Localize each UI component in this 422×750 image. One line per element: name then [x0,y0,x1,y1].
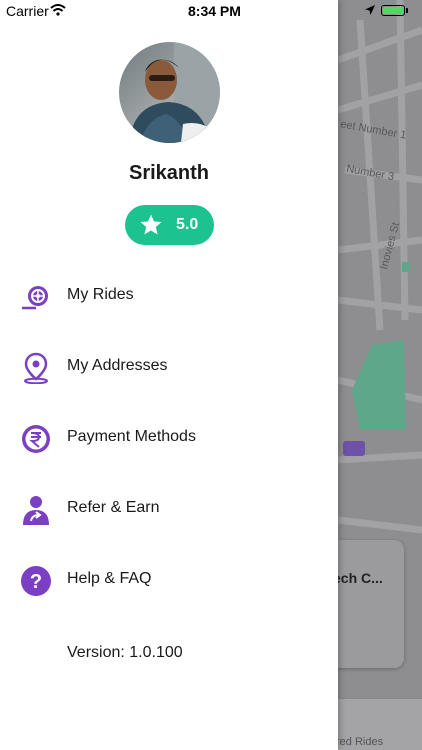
menu-label: Refer & Earn [67,499,160,516]
side-drawer: Srikanth 5.0 My Rides My Addresses Payme… [0,0,338,750]
rating-badge: 5.0 [125,205,214,245]
carrier-label: Carrier [6,3,49,19]
tab-scheduled-rides[interactable]: red Rides [336,736,383,748]
app-version: Version: 1.0.100 [67,644,183,661]
wifi-icon [50,4,66,16]
help-icon: ? [21,566,51,596]
refer-icon [23,496,49,525]
location-pin-icon [24,352,48,384]
avatar[interactable] [119,42,220,143]
menu-item-refer-earn[interactable]: Refer & Earn [0,484,338,534]
user-name: Srikanth [128,162,210,184]
location-arrow-icon [365,5,375,15]
menu-item-my-addresses[interactable]: My Addresses [0,342,338,392]
star-icon [140,214,162,235]
ride-card-title: ech C... [333,570,383,586]
rides-icon [22,286,48,310]
rupee-icon [22,425,50,453]
battery-icon [381,5,405,16]
svg-text:?: ? [30,571,42,593]
menu-label: My Addresses [67,357,168,374]
rating-value: 5.0 [176,216,199,233]
menu-label: Payment Methods [67,428,196,445]
status-bar: Carrier 8:34 PM [0,0,422,22]
menu-item-payment-methods[interactable]: Payment Methods [0,413,338,463]
menu-item-help-faq[interactable]: ? Help & FAQ [0,555,338,605]
battery-cap [406,8,408,13]
menu-label: My Rides [67,286,134,303]
avatar-photo [119,42,220,143]
menu-label: Help & FAQ [67,570,152,587]
menu-item-my-rides[interactable]: My Rides [0,271,338,321]
clock: 8:34 PM [188,3,241,19]
